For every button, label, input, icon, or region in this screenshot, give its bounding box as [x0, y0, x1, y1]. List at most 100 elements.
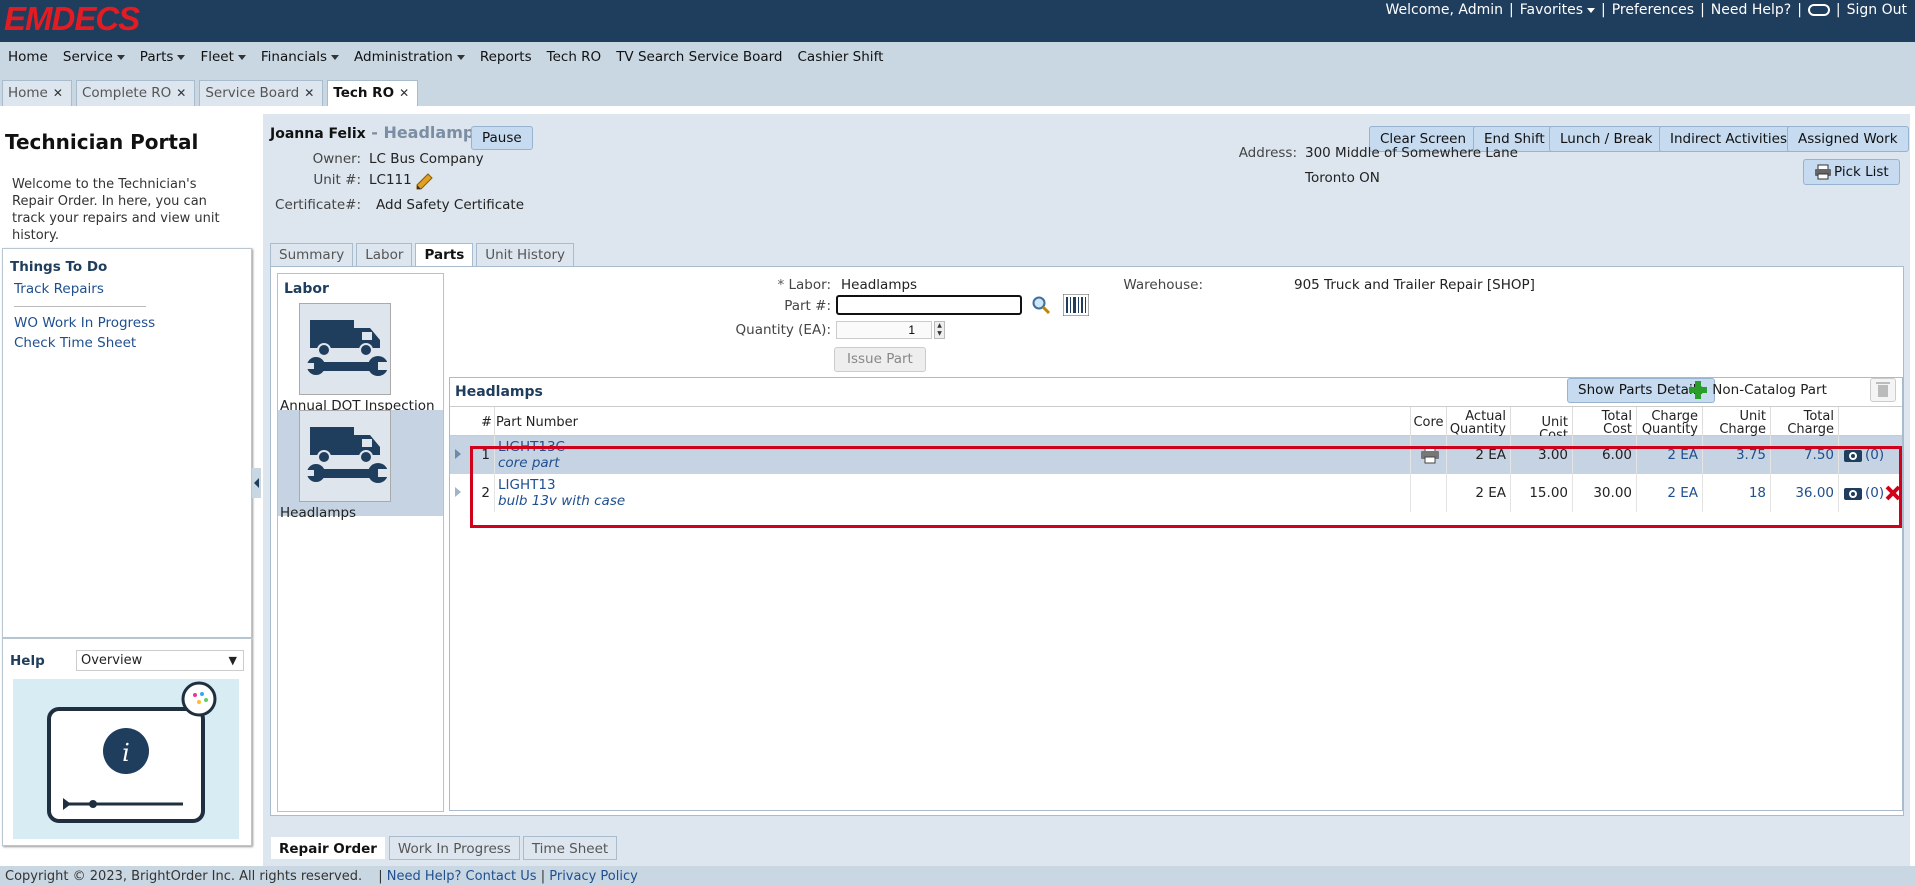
- page-tab-home[interactable]: Home ✕: [2, 80, 72, 106]
- barcode-icon[interactable]: [1063, 294, 1089, 316]
- table-row[interactable]: 1 LIGHT13C core part 2 EA 3.00 6.00 2 EA…: [450, 436, 1902, 474]
- delete-button[interactable]: [1870, 378, 1896, 402]
- part-number-link[interactable]: LIGHT13: [498, 477, 1410, 493]
- left-sidebar: Technician Portal Welcome to the Technic…: [0, 106, 258, 866]
- table-row[interactable]: 2 LIGHT13 bulb 13v with case 2 EA 15.00 …: [450, 474, 1902, 512]
- nav-reports[interactable]: Reports: [480, 49, 532, 65]
- tab-repair-order[interactable]: Repair Order: [270, 836, 386, 860]
- tab-work-in-progress[interactable]: Work In Progress: [388, 836, 520, 860]
- nav-financials[interactable]: Financials: [261, 49, 340, 65]
- assigned-work-button[interactable]: Assigned Work: [1787, 126, 1909, 152]
- labor-list-title: Labor: [284, 281, 329, 297]
- pause-button[interactable]: Pause: [471, 126, 533, 150]
- help-video[interactable]: i: [13, 679, 239, 839]
- privacy-policy-link[interactable]: Privacy Policy: [549, 869, 638, 884]
- non-catalog-part-button[interactable]: Non-Catalog Part: [1688, 380, 1827, 400]
- help-panel: Help Overview ▼ i: [2, 638, 252, 846]
- close-icon[interactable]: ✕: [53, 86, 63, 100]
- chevron-down-icon: [456, 54, 465, 60]
- page-tabs: Home ✕ Complete RO ✕ Service Board ✕ Tech R…: [0, 80, 419, 106]
- wo-work-in-progress-link[interactable]: WO Work In Progress: [14, 315, 155, 331]
- preferences-link[interactable]: Preferences: [1612, 2, 1694, 18]
- nav-fleet[interactable]: Fleet: [200, 49, 246, 65]
- address-line-1: 300 Middle of Somewhere Lane: [1305, 145, 1518, 161]
- favorites-menu[interactable]: Favorites: [1520, 2, 1596, 18]
- row-expand-icon[interactable]: [455, 449, 461, 459]
- help-topic-select[interactable]: Overview ▼: [76, 650, 244, 671]
- lunch-break-button[interactable]: Lunch / Break: [1549, 126, 1664, 152]
- pick-list-button[interactable]: Pick List: [1803, 159, 1900, 185]
- owner-label: Owner:: [312, 151, 361, 167]
- photo-count[interactable]: (0): [1865, 474, 1884, 512]
- tab-parts[interactable]: Parts: [415, 243, 474, 266]
- emdecs-logo[interactable]: EMDECS: [4, 0, 140, 38]
- nav-parts[interactable]: Parts: [140, 49, 186, 65]
- quantity-label: Quantity (EA):: [735, 322, 831, 338]
- search-icon[interactable]: [1031, 295, 1051, 315]
- part-description: bulb 13v with case: [498, 493, 626, 509]
- delete-x-icon[interactable]: [1885, 485, 1901, 501]
- video-info-icon: i: [47, 681, 217, 823]
- labor-label: * Labor:: [777, 277, 831, 293]
- svg-text:i: i: [122, 739, 130, 767]
- issue-part-button[interactable]: Issue Part: [834, 347, 926, 372]
- nav-administration[interactable]: Administration: [354, 49, 465, 65]
- close-icon[interactable]: ✕: [176, 86, 186, 100]
- chevron-down-icon: [1587, 7, 1596, 13]
- part-number-label: Part #:: [784, 298, 831, 314]
- nav-cashier-shift[interactable]: Cashier Shift: [798, 49, 884, 65]
- warehouse-link[interactable]: 905 Truck and Trailer Repair [SHOP]: [1294, 277, 1535, 293]
- part-description: core part: [498, 455, 560, 471]
- printer-icon: [1815, 164, 1831, 180]
- nav-service[interactable]: Service: [63, 49, 125, 65]
- camera-icon[interactable]: [1843, 485, 1863, 501]
- page-tab-tech-ro[interactable]: Tech RO ✕: [327, 80, 419, 106]
- trash-icon: [1876, 382, 1890, 397]
- check-time-sheet-link[interactable]: Check Time Sheet: [14, 335, 136, 351]
- tab-time-sheet[interactable]: Time Sheet: [522, 836, 618, 860]
- col-part-number: Part Number: [494, 407, 1410, 437]
- track-repairs-link[interactable]: Track Repairs: [14, 281, 104, 297]
- row-expand-icon[interactable]: [455, 487, 461, 497]
- bottom-tabs: Repair Order Work In Progress Time Sheet: [270, 836, 618, 860]
- col-total-cost: Total Cost: [1572, 407, 1636, 437]
- col-total-charge: Total Charge: [1770, 407, 1838, 437]
- close-icon[interactable]: ✕: [399, 86, 409, 100]
- page-tab-complete-ro[interactable]: Complete RO ✕: [75, 80, 196, 106]
- things-to-do-panel: Things To Do Track Repairs WO Work In Pr…: [2, 248, 252, 638]
- indirect-activities-button[interactable]: Indirect Activities: [1659, 126, 1799, 152]
- theme-toggle-icon[interactable]: [1807, 4, 1830, 16]
- printer-icon[interactable]: [1420, 446, 1440, 464]
- add-safety-certificate-link[interactable]: Add Safety Certificate: [376, 197, 524, 213]
- tab-unit-history[interactable]: Unit History: [476, 243, 575, 266]
- chevron-down-icon: [177, 54, 186, 60]
- photo-count[interactable]: (0): [1865, 436, 1884, 474]
- labor-item-headlamps[interactable]: Headlamps: [278, 410, 443, 521]
- nav-tv-search[interactable]: TV Search Service Board: [616, 49, 782, 65]
- close-icon[interactable]: ✕: [304, 86, 314, 100]
- tab-summary[interactable]: Summary: [270, 243, 354, 266]
- camera-icon[interactable]: [1843, 447, 1863, 463]
- quantity-input[interactable]: [836, 321, 932, 339]
- need-help-link[interactable]: Need Help?: [1711, 2, 1791, 18]
- truck-wrench-icon: [299, 410, 391, 502]
- part-number-link[interactable]: LIGHT13C: [498, 439, 1410, 455]
- parts-grid: Headlamps Show Parts Details Non-Catalog…: [449, 377, 1903, 811]
- nav-home[interactable]: Home: [8, 49, 48, 65]
- pencil-icon[interactable]: [415, 173, 433, 191]
- quantity-stepper[interactable]: ▲ ▼: [934, 321, 945, 339]
- portal-title: Technician Portal: [5, 130, 199, 154]
- nav-tech-ro[interactable]: Tech RO: [547, 49, 602, 65]
- divider: [14, 306, 146, 307]
- grid-header: # Part Number Core Actual Quantity Unit …: [450, 406, 1902, 437]
- sign-out-link[interactable]: Sign Out: [1847, 2, 1907, 18]
- current-job: Headlamps: [383, 123, 484, 142]
- sidebar-collapse-handle[interactable]: [252, 468, 261, 498]
- unit-link[interactable]: LC111: [369, 172, 412, 188]
- contact-us-link[interactable]: Need Help? Contact Us: [387, 869, 537, 884]
- tab-labor[interactable]: Labor: [356, 243, 413, 266]
- address-label: Address:: [1238, 145, 1297, 161]
- part-number-input[interactable]: [836, 295, 1022, 315]
- footer: Copyright © 2023, BrightOrder Inc. All r…: [0, 866, 1915, 886]
- page-tab-service-board[interactable]: Service Board ✕: [199, 80, 324, 106]
